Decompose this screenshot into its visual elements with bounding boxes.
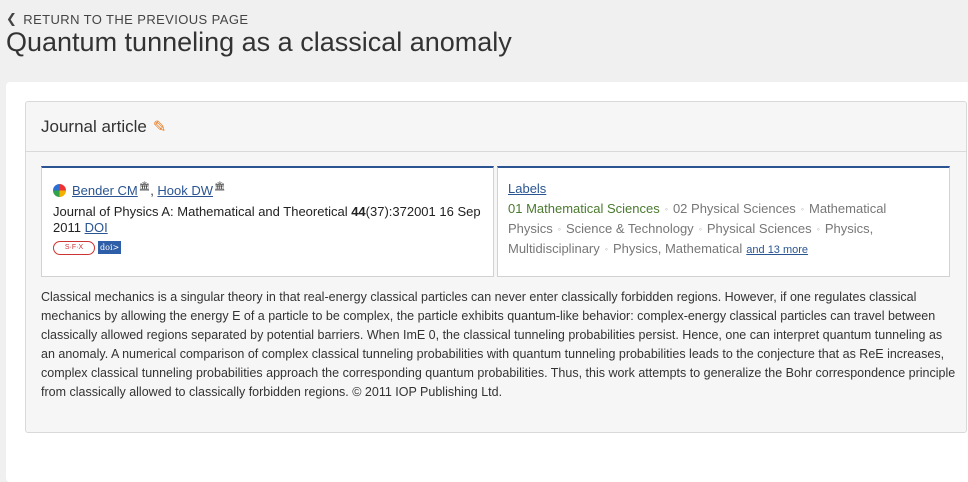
author-link[interactable]: Bender CM [72, 183, 138, 198]
publication-panel: Journal article ✎ Bender CM🏛, Hook DW🏛 J… [25, 101, 967, 433]
more-labels-link[interactable]: and 13 more [746, 244, 808, 256]
institution-icon[interactable]: 🏛 [139, 181, 150, 191]
back-link-label: RETURN TO THE PREVIOUS PAGE [23, 11, 249, 27]
labels-list: 01 Mathematical Sciences ◦ 02 Physical Sci… [508, 199, 948, 260]
separator-dot-icon: ◦ [604, 244, 608, 254]
panel-header: Journal article ✎ [26, 102, 966, 152]
chevron-left-icon: ❮ [6, 11, 18, 26]
orcid-icon[interactable] [53, 184, 66, 197]
citation-box: Bender CM🏛, Hook DW🏛 Journal of Physics … [41, 166, 494, 277]
institution-icon[interactable]: 🏛 [214, 181, 225, 191]
page-title: Quantum tunneling as a classical anomaly [6, 27, 512, 57]
label-item: Science & Technology [566, 221, 694, 236]
label-item: 02 Physical Sciences [672, 201, 796, 216]
labels-title[interactable]: Labels [508, 181, 546, 196]
journal-volume: 44 [351, 204, 366, 219]
sfx-badge[interactable]: S·F·X [53, 241, 95, 255]
badge-row: S·F·X doi> [53, 241, 122, 255]
separator-dot-icon: ◦ [816, 224, 820, 234]
separator-dot-icon: ◦ [664, 204, 668, 214]
abstract-text: Classical mechanics is a singular theory… [41, 290, 956, 399]
doi-link[interactable]: DOI [85, 220, 108, 235]
separator-dot-icon: ◦ [698, 224, 702, 234]
author-list: Bender CM🏛, Hook DW🏛 [53, 181, 225, 198]
label-item: Physical Sciences [706, 221, 812, 236]
journal-name: Journal of Physics A: Mathematical and T… [53, 204, 352, 219]
back-link[interactable]: ❮ RETURN TO THE PREVIOUS PAGE [6, 11, 248, 27]
label-item: 01 Mathematical Sciences [508, 201, 660, 216]
label-item: Physics, Mathematical [612, 241, 743, 256]
publication-type: Journal article [41, 116, 147, 136]
citation-text: Journal of Physics A: Mathematical and T… [53, 204, 483, 236]
labels-box: Labels 01 Mathematical Sciences ◦ 02 Physi… [497, 166, 950, 277]
pencil-icon[interactable]: ✎ [153, 117, 166, 137]
doi-badge[interactable]: doi> [98, 241, 122, 254]
separator-dot-icon: ◦ [800, 204, 804, 214]
separator-dot-icon: ◦ [557, 224, 561, 234]
content-card: Journal article ✎ Bender CM🏛, Hook DW🏛 J… [6, 82, 968, 482]
author-link[interactable]: Hook DW [157, 183, 213, 198]
